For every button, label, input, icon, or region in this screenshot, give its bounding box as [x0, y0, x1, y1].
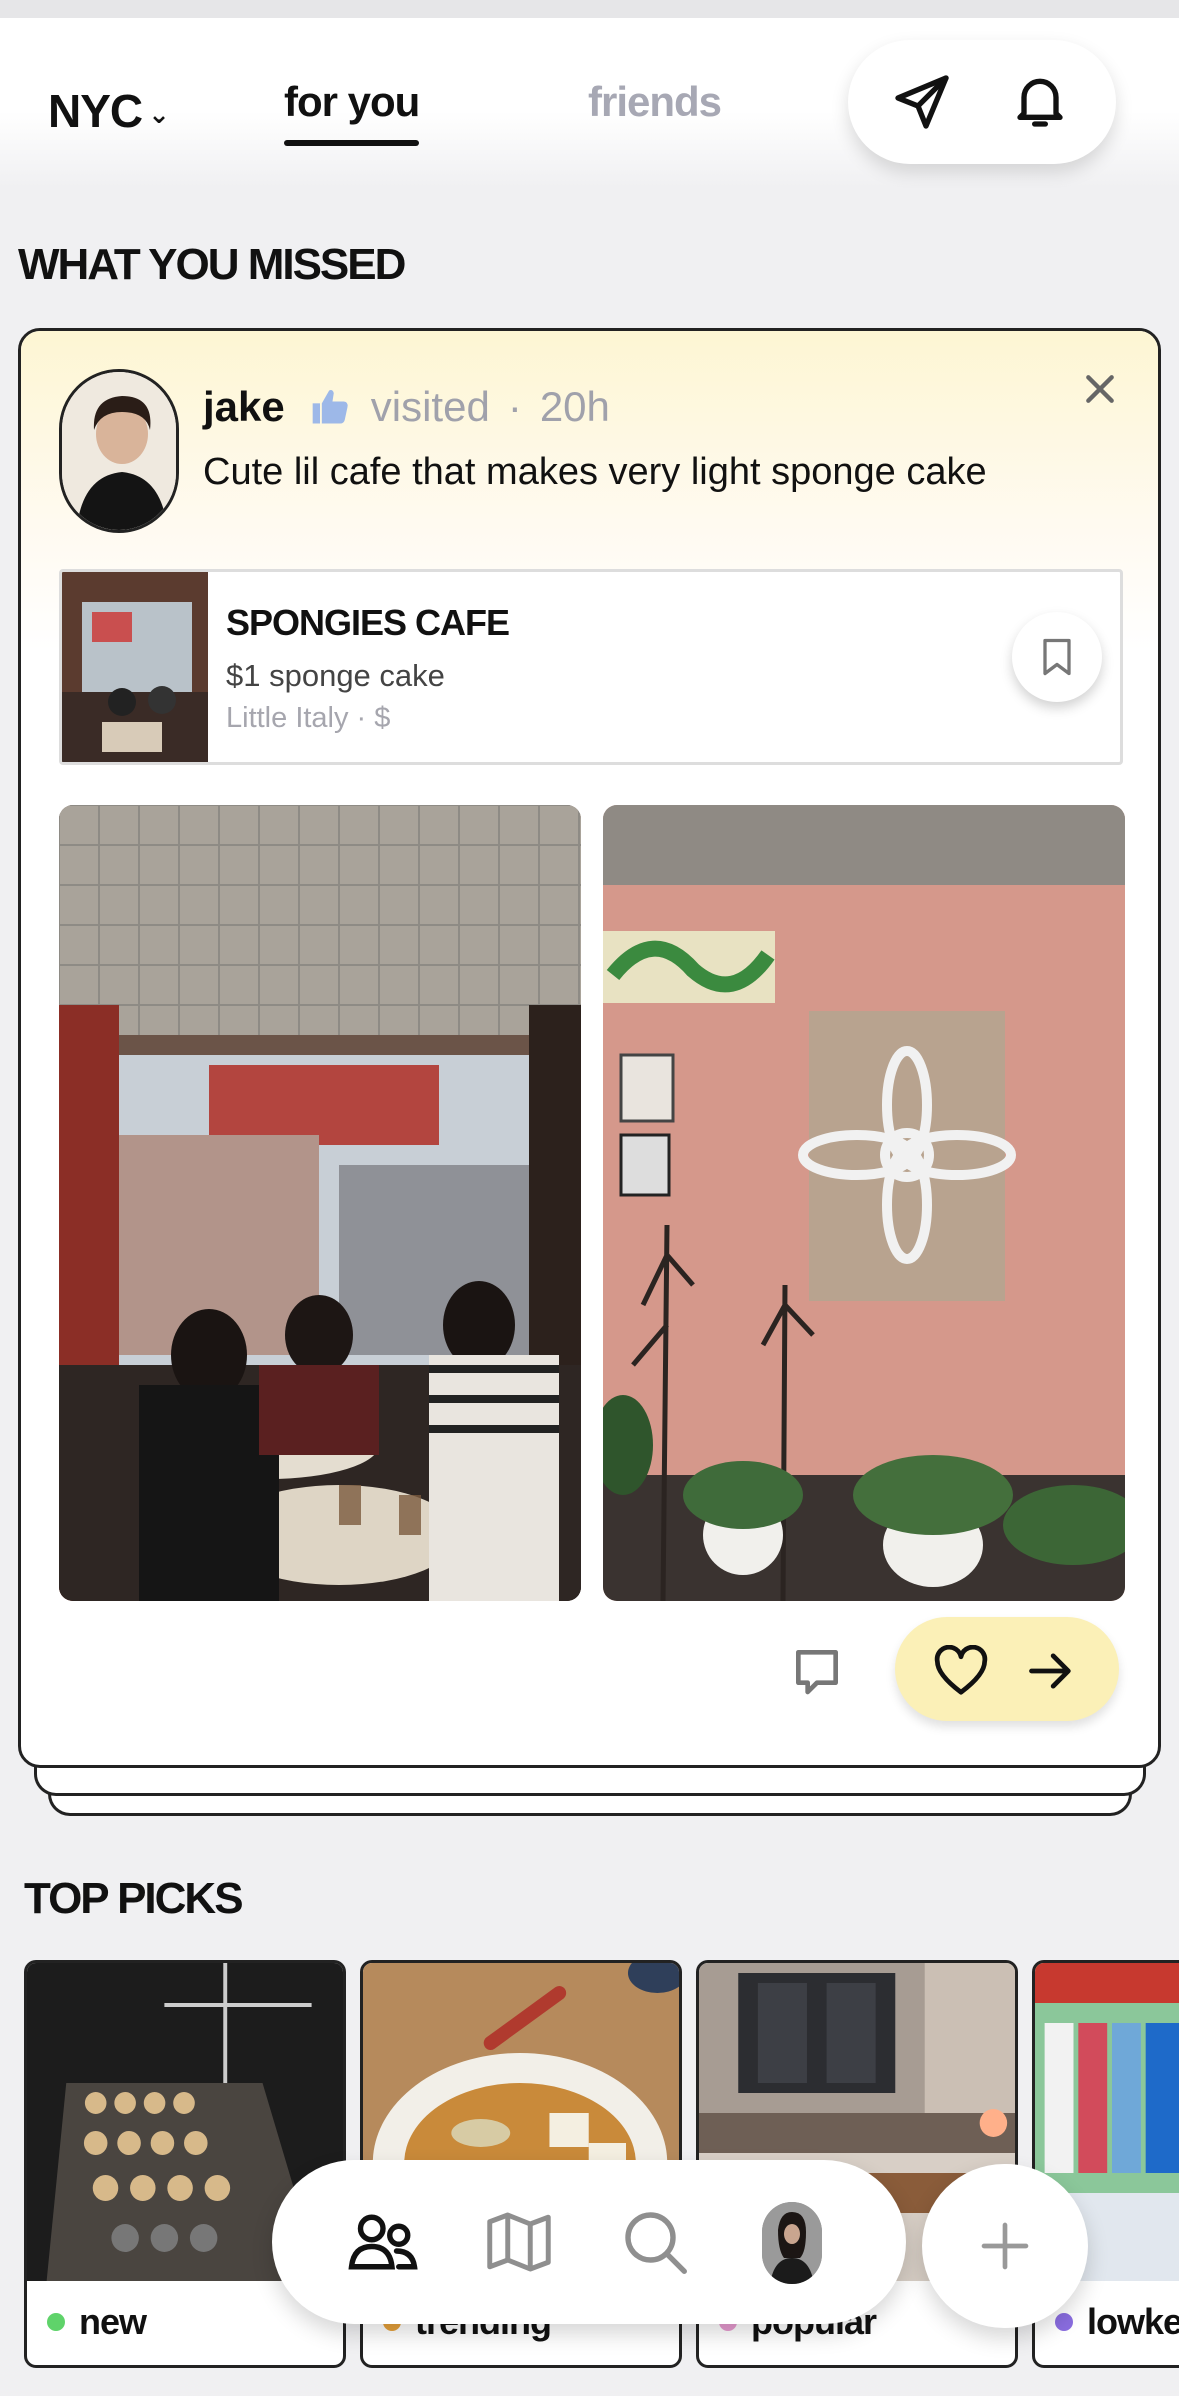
- post-meta: jake visited · 20h: [203, 383, 610, 431]
- missed-post-card[interactable]: jake visited · 20h Cute lil cafe that ma…: [18, 328, 1161, 1768]
- active-tab-underline: [284, 140, 420, 146]
- pick-label: new: [47, 2301, 147, 2343]
- tab-friends-label: friends: [588, 78, 722, 125]
- post-time: 20h: [539, 383, 610, 430]
- tab-for-you[interactable]: for you: [284, 78, 420, 146]
- tab-for-you-label: for you: [284, 78, 420, 125]
- thumbs-up-icon: [312, 389, 348, 424]
- bottom-nav: [272, 2160, 906, 2324]
- bookmark-button[interactable]: [1012, 612, 1102, 702]
- heart-icon[interactable]: [931, 1645, 991, 1697]
- post-username[interactable]: jake: [203, 383, 285, 431]
- city-selector[interactable]: NYC ⌄: [48, 84, 170, 138]
- pick-label-text: lowkey: [1087, 2301, 1179, 2342]
- place-card[interactable]: SPONGIES CAFE $1 sponge cake Little Ital…: [59, 569, 1123, 765]
- like-share-button[interactable]: [895, 1617, 1119, 1721]
- map-icon[interactable]: [482, 2206, 556, 2278]
- status-dot: [47, 2313, 65, 2331]
- chevron-down-icon: ⌄: [148, 98, 170, 129]
- plus-icon: [981, 2222, 1029, 2270]
- pick-label-text: new: [79, 2301, 147, 2342]
- tab-friends[interactable]: friends: [588, 78, 722, 126]
- place-thumbnail: [62, 572, 208, 762]
- top-picks-title: TOP PICKS: [24, 1874, 244, 1923]
- place-name: SPONGIES CAFE: [226, 602, 510, 643]
- post-photo[interactable]: [603, 805, 1125, 1601]
- header-actions: [848, 40, 1116, 164]
- send-icon[interactable]: [890, 70, 954, 134]
- avatar[interactable]: [59, 369, 179, 533]
- status-dot: [1055, 2313, 1073, 2331]
- what-you-missed-title: WHAT YOU MISSED: [18, 240, 406, 289]
- bookmark-icon: [1043, 638, 1071, 676]
- search-icon[interactable]: [618, 2206, 692, 2278]
- place-deal: $1 sponge cake: [226, 658, 445, 693]
- pick-card-new[interactable]: new: [24, 1960, 346, 2368]
- post-photo[interactable]: [59, 805, 581, 1601]
- post-caption: Cute lil cafe that makes very light spon…: [203, 451, 987, 493]
- post-verb: visited: [370, 383, 490, 430]
- city-label: NYC: [48, 85, 143, 137]
- add-button[interactable]: [922, 2164, 1088, 2328]
- separator-dot: ·: [507, 383, 522, 430]
- close-icon[interactable]: [1080, 369, 1120, 409]
- bell-icon[interactable]: [1008, 68, 1072, 132]
- top-bar: NYC ⌄ for you friends: [0, 18, 1179, 188]
- pick-label: lowkey: [1055, 2301, 1179, 2343]
- profile-avatar[interactable]: [762, 2202, 822, 2284]
- friends-icon[interactable]: [346, 2206, 420, 2278]
- place-meta: Little Italy · $: [226, 702, 391, 734]
- status-bar: [0, 0, 1179, 18]
- arrow-right-icon[interactable]: [1025, 1645, 1077, 1697]
- comment-icon[interactable]: [789, 1643, 845, 1699]
